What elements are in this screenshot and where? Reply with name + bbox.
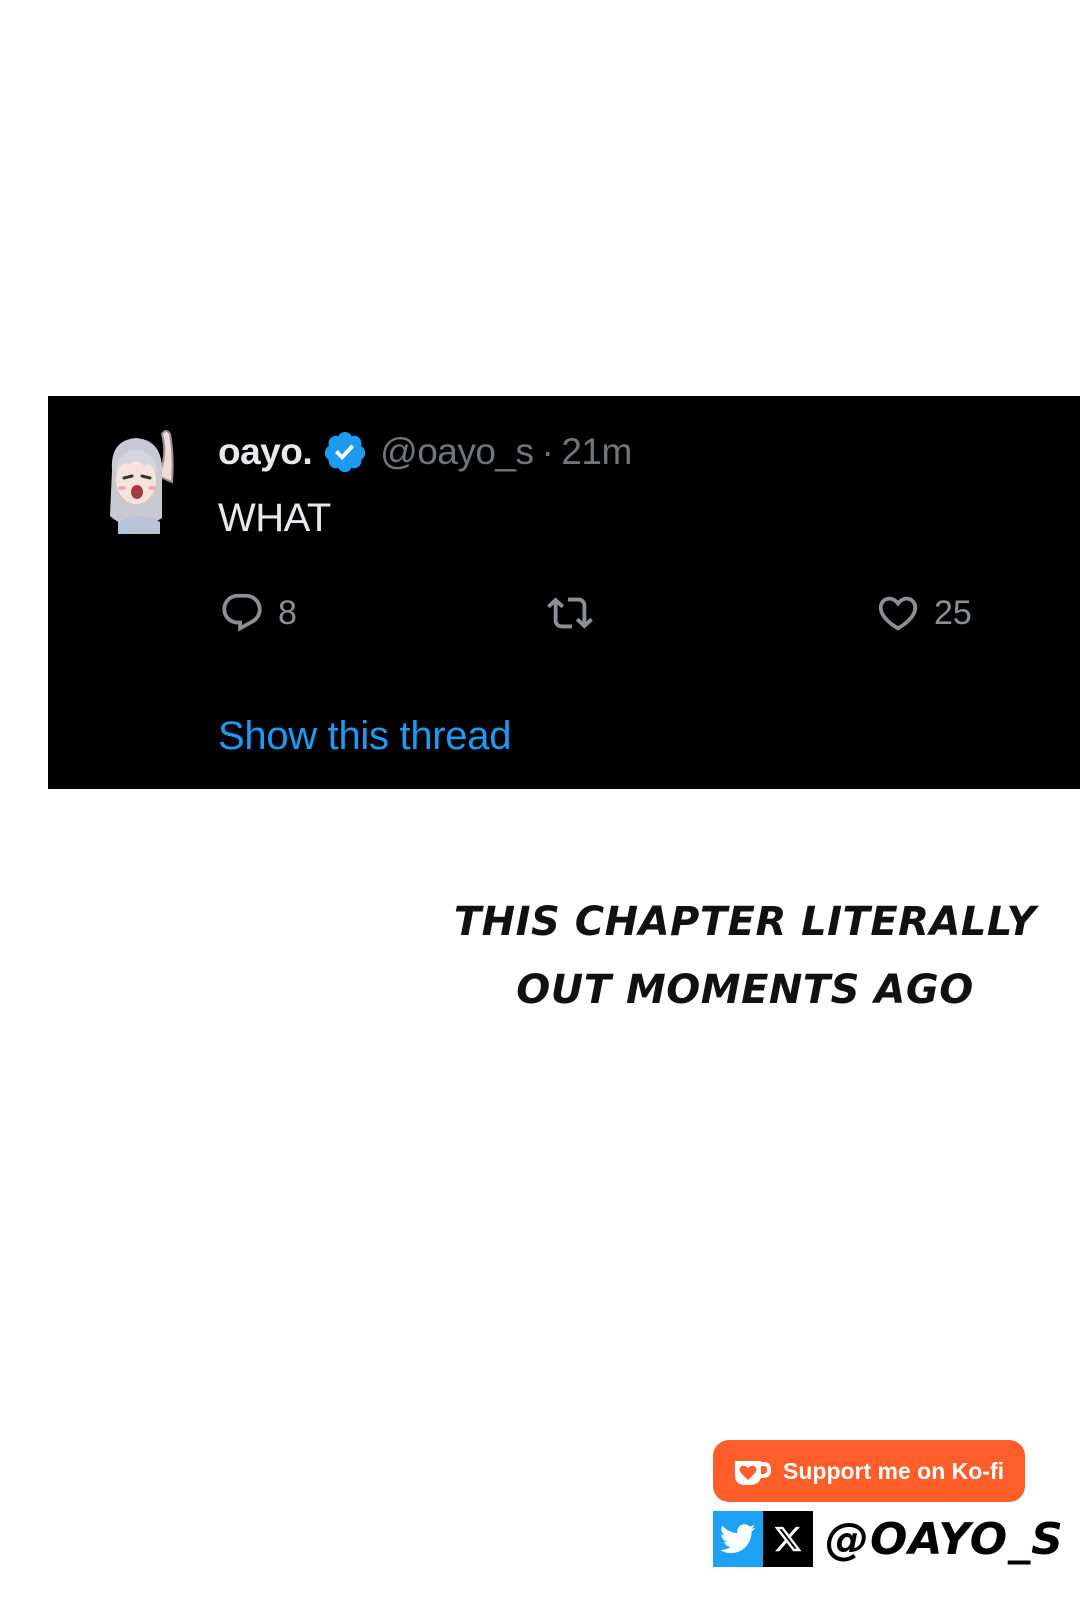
tweet-text: WHAT — [218, 496, 331, 540]
social-handle-row: @OAYO_S — [713, 1511, 1064, 1567]
heart-icon — [874, 590, 922, 636]
like-count: 25 — [934, 593, 972, 632]
tweet-card: oayo. @oayo_s · 21m WHAT 8 25 Show this … — [48, 396, 1080, 789]
tweet-header: oayo. @oayo_s · 21m — [218, 430, 632, 474]
x-logo-icon[interactable] — [763, 1511, 813, 1567]
verified-badge-icon — [322, 429, 368, 475]
show-thread-link[interactable]: Show this thread — [218, 714, 511, 759]
reply-count: 8 — [278, 593, 297, 632]
display-name[interactable]: oayo. — [218, 431, 313, 473]
kofi-support-button[interactable]: Support me on Ko-fi — [713, 1440, 1025, 1502]
retweet-icon — [544, 590, 596, 636]
like-button[interactable]: 25 — [874, 588, 972, 638]
twitter-bird-icon[interactable] — [713, 1511, 763, 1567]
kofi-label: Support me on Ko-fi — [783, 1457, 1005, 1484]
separator-dot: · — [541, 431, 554, 472]
reply-icon — [218, 590, 266, 636]
avatar[interactable] — [102, 426, 186, 534]
kofi-cup-icon — [731, 1453, 772, 1489]
caption-line-2: OUT MOMENTS AGO — [516, 967, 974, 1013]
tweet-timestamp[interactable]: 21m — [561, 431, 632, 473]
caption-line-1: THIS CHAPTER LITERALLY — [453, 899, 1037, 945]
reply-button[interactable]: 8 — [218, 588, 297, 638]
caption-text: THIS CHAPTER LITERALLY OUT MOMENTS AGO — [440, 888, 1050, 1024]
user-handle[interactable]: @oayo_s — [380, 431, 534, 473]
social-handle-text: @OAYO_S — [825, 1513, 1064, 1565]
retweet-button[interactable] — [544, 588, 596, 638]
avatar-illustration — [110, 430, 174, 534]
